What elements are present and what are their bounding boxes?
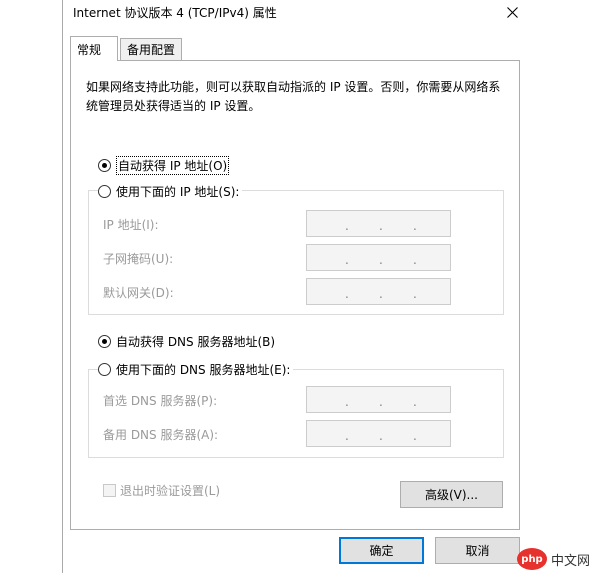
advanced-button[interactable]: 高级(V)... — [400, 481, 503, 508]
radio-checked-icon — [98, 335, 111, 348]
close-icon — [506, 6, 518, 18]
window-title: Internet 协议版本 4 (TCP/IPv4) 属性 — [73, 6, 277, 20]
watermark-text: 中文网 — [551, 553, 591, 569]
close-button[interactable] — [495, 0, 529, 24]
subnet-mask-input[interactable]: . . . — [306, 244, 451, 271]
ip-address-input[interactable]: . . . — [306, 210, 451, 237]
auto-ip-radio[interactable]: 自动获得 IP 地址(O) — [98, 156, 233, 175]
tab-alternate-configuration[interactable]: 备用配置 — [120, 38, 182, 60]
auto-ip-label: 自动获得 IP 地址(O) — [116, 156, 230, 175]
radio-unchecked-icon — [98, 363, 111, 376]
auto-dns-label: 自动获得 DNS 服务器地址(B) — [116, 335, 276, 349]
cancel-button[interactable]: 取消 — [435, 537, 520, 564]
ip-address-label: IP 地址(I): — [103, 218, 159, 232]
auto-dns-radio[interactable]: 自动获得 DNS 服务器地址(B) — [98, 333, 279, 350]
preferred-dns-label: 首选 DNS 服务器(P): — [103, 394, 218, 408]
php-logo-icon: php — [517, 548, 547, 570]
default-gateway-label: 默认网关(D): — [103, 286, 174, 300]
radio-unchecked-icon — [98, 185, 111, 198]
window-left-border — [62, 0, 63, 573]
default-gateway-input[interactable]: . . . — [306, 278, 451, 305]
validate-settings-checkbox[interactable]: 退出时验证设置(L) — [103, 482, 220, 499]
radio-checked-icon — [98, 159, 111, 172]
tab-general[interactable]: 常规 — [70, 36, 118, 61]
checkbox-icon — [103, 484, 116, 497]
manual-ip-radio[interactable]: 使用下面的 IP 地址(S): — [98, 183, 243, 200]
description-text: 如果网络支持此功能，则可以获取自动指派的 IP 设置。否则，你需要从网络系统管理… — [86, 80, 501, 113]
manual-dns-radio[interactable]: 使用下面的 DNS 服务器地址(E): — [98, 361, 294, 378]
subnet-mask-label: 子网掩码(U): — [103, 252, 174, 266]
watermark: php 中文网 — [517, 545, 600, 573]
manual-dns-label: 使用下面的 DNS 服务器地址(E): — [116, 363, 291, 377]
preferred-dns-input[interactable]: . . . — [306, 386, 451, 413]
alternate-dns-label: 备用 DNS 服务器(A): — [103, 428, 219, 442]
ok-button[interactable]: 确定 — [339, 537, 424, 564]
manual-ip-label: 使用下面的 IP 地址(S): — [116, 185, 240, 199]
validate-settings-label: 退出时验证设置(L) — [120, 484, 221, 498]
alternate-dns-input[interactable]: . . . — [306, 420, 451, 447]
